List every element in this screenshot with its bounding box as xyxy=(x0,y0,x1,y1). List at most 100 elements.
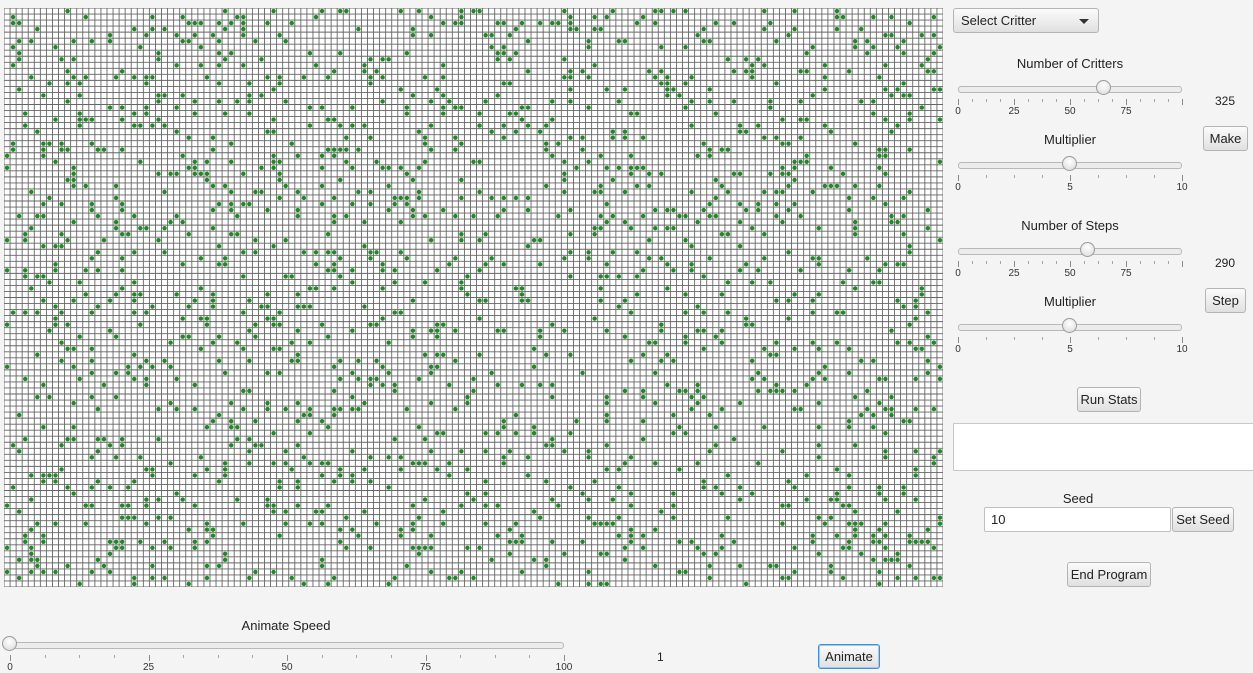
critter-icon xyxy=(204,521,210,526)
critter-icon xyxy=(756,57,761,62)
critter-icon xyxy=(10,310,16,315)
critter-icon xyxy=(410,521,416,526)
critter-icon xyxy=(598,153,603,158)
run-stats-button[interactable]: Run Stats xyxy=(1077,387,1141,412)
num-critters-slider[interactable]: 0 25 50 75 xyxy=(955,80,1183,117)
critter-icon xyxy=(580,147,585,152)
critter-icon xyxy=(507,57,513,62)
critter-icon xyxy=(71,75,76,80)
make-button[interactable]: Make xyxy=(1203,126,1248,151)
critter-icon xyxy=(495,57,500,62)
seed-input[interactable] xyxy=(984,507,1171,532)
slider-thumb[interactable] xyxy=(1062,156,1077,171)
step-button[interactable]: Step xyxy=(1205,288,1246,313)
critter-icon xyxy=(901,304,906,309)
critter-icon xyxy=(622,219,628,225)
slider-tick-label: 10 xyxy=(1176,182,1188,193)
critter-icon xyxy=(804,117,809,122)
slider-track[interactable] xyxy=(958,248,1182,255)
critter-icon xyxy=(798,406,803,412)
critter-icon xyxy=(374,322,379,327)
critter-icon xyxy=(144,111,149,116)
critter-icon xyxy=(47,81,52,86)
critter-icon xyxy=(507,449,513,454)
critter-icon xyxy=(119,268,125,273)
critter-icon xyxy=(768,20,773,26)
critter-icon xyxy=(216,412,222,418)
steps-multiplier-slider[interactable]: 0 5 10 xyxy=(955,318,1188,355)
critter-icon xyxy=(477,352,482,357)
critter-icon xyxy=(216,262,222,267)
critter-icon xyxy=(338,376,343,382)
critter-icon xyxy=(253,250,258,255)
critter-icon xyxy=(610,250,616,255)
set-seed-button[interactable]: Set Seed xyxy=(1172,507,1234,532)
critter-icon xyxy=(289,340,294,345)
critter-icon xyxy=(319,105,325,110)
slider-tick xyxy=(1112,261,1113,264)
critter-icon xyxy=(598,183,603,189)
slider-thumb[interactable] xyxy=(1062,318,1077,333)
critter-icon xyxy=(701,207,706,213)
critter-icon xyxy=(259,443,264,448)
slider-thumb[interactable] xyxy=(1079,242,1095,257)
slider-thumb[interactable] xyxy=(2,636,17,651)
critter-icon xyxy=(628,111,634,116)
critter-icon xyxy=(368,382,373,388)
num-steps-slider[interactable]: 0 25 50 75 xyxy=(955,242,1183,279)
critter-icon xyxy=(628,491,634,496)
critter-icon xyxy=(774,388,779,394)
critters-multiplier-slider[interactable]: 0 5 10 xyxy=(955,156,1188,193)
critter-icon xyxy=(283,183,288,189)
stats-output-area[interactable] xyxy=(953,423,1253,471)
critter-icon xyxy=(501,81,506,86)
critter-icon xyxy=(156,93,161,98)
critter-icon xyxy=(410,32,416,38)
critter-icon xyxy=(107,298,113,303)
critter-icon xyxy=(883,201,888,207)
critter-icon xyxy=(537,382,543,388)
critter-icon xyxy=(192,111,198,116)
critter-icon xyxy=(931,340,937,345)
critter-icon xyxy=(301,250,307,255)
critter-icon xyxy=(483,449,488,454)
critter-icon xyxy=(707,87,712,92)
critter-icon xyxy=(422,135,428,140)
critter-icon xyxy=(883,533,888,538)
critter-icon xyxy=(71,491,76,496)
critter-icon xyxy=(810,310,815,315)
critter-icon xyxy=(695,32,700,38)
critter-icon xyxy=(192,545,198,550)
critter-icon xyxy=(495,51,500,56)
critter-icon xyxy=(174,292,179,297)
critter-icon xyxy=(604,443,609,448)
slider-track[interactable] xyxy=(958,86,1182,93)
slider-track[interactable] xyxy=(10,642,564,649)
critter-icon xyxy=(616,274,622,279)
critter-icon xyxy=(852,533,858,538)
critter-icon xyxy=(10,141,16,146)
critter-icon xyxy=(846,195,852,201)
critter-icon xyxy=(725,473,731,478)
animate-speed-slider[interactable]: 0 25 50 75 100 xyxy=(2,636,572,673)
critter-icon xyxy=(501,135,506,140)
critter-icon xyxy=(125,370,131,376)
critter-icon xyxy=(895,123,900,128)
critter-icon xyxy=(186,527,191,532)
critter-icon xyxy=(338,473,343,478)
critter-icon xyxy=(489,256,494,261)
slider-thumb[interactable] xyxy=(1095,80,1111,95)
animate-button[interactable]: Animate xyxy=(818,644,880,669)
critter-icon xyxy=(295,400,301,406)
critter-icon xyxy=(77,111,82,116)
critter-icon xyxy=(525,195,531,201)
critter-type-select[interactable]: Select Critter xyxy=(953,8,1099,33)
end-program-button[interactable]: End Program xyxy=(1067,562,1151,587)
critter-icon xyxy=(719,328,725,333)
critter-icon xyxy=(10,443,16,448)
critter-icon xyxy=(210,292,216,297)
critter-icon xyxy=(859,412,864,418)
critter-icon xyxy=(792,159,797,164)
critter-icon xyxy=(422,497,428,502)
critter-icon xyxy=(198,286,204,291)
